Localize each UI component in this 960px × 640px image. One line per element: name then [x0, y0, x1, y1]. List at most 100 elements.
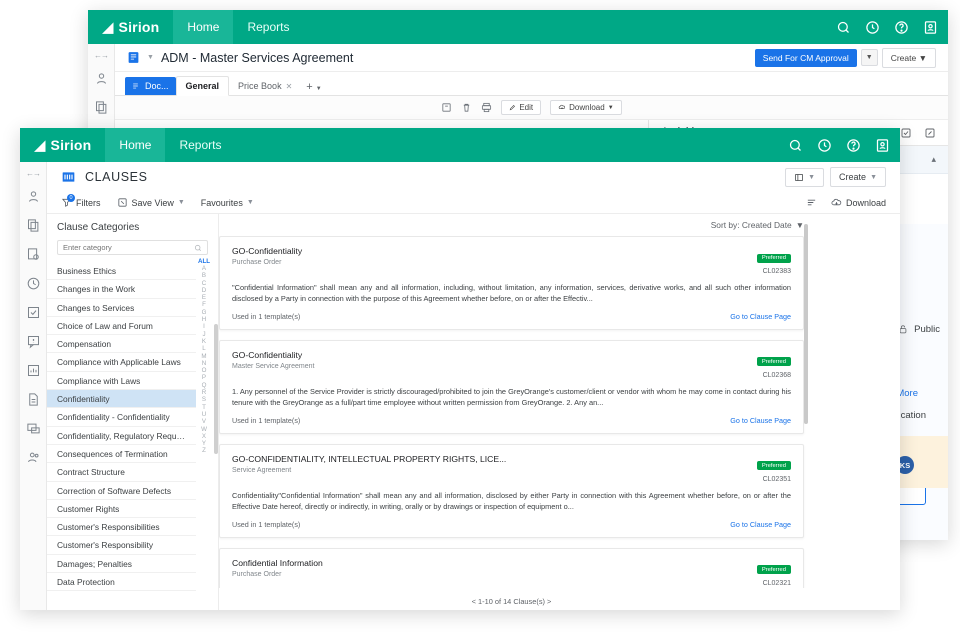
- category-item[interactable]: Correction of Software Defects: [47, 482, 196, 500]
- alpha-letter[interactable]: W: [201, 426, 207, 433]
- alpha-letter[interactable]: H: [202, 316, 206, 323]
- expand-collapse-arrows-icon[interactable]: ←→: [94, 48, 109, 64]
- clause-card-list[interactable]: GO-Confidentiality Purchase Order Preferre…: [219, 236, 900, 588]
- category-item[interactable]: Confidentiality: [47, 390, 196, 409]
- category-search-box[interactable]: [57, 240, 208, 255]
- alpha-letter[interactable]: B: [202, 273, 206, 279]
- category-item[interactable]: Consequences of Termination: [47, 445, 196, 464]
- nav-tab-reports[interactable]: Reports: [233, 10, 303, 44]
- alert-icon[interactable]: [26, 334, 41, 349]
- tab-general[interactable]: General: [175, 76, 230, 96]
- alpha-letter[interactable]: C: [202, 280, 206, 287]
- chevron-down-icon[interactable]: ▼: [796, 220, 804, 230]
- person-icon[interactable]: [94, 71, 109, 86]
- alpha-letter[interactable]: K: [202, 338, 206, 345]
- search-icon[interactable]: [194, 244, 202, 252]
- documents-icon[interactable]: [26, 218, 41, 233]
- alpha-letter[interactable]: D: [202, 287, 206, 294]
- documents-icon[interactable]: [94, 100, 109, 115]
- nav-tab-home[interactable]: Home: [105, 128, 166, 162]
- search-icon[interactable]: [836, 20, 851, 35]
- filters-button[interactable]: 0 Filters: [61, 194, 101, 208]
- help-icon[interactable]: [846, 138, 861, 153]
- user-icon[interactable]: [923, 20, 938, 35]
- alpha-all[interactable]: ALL: [198, 258, 210, 265]
- category-item[interactable]: Data Protection: [47, 573, 196, 592]
- clause-card[interactable]: GO-CONFIDENTIALITY, INTELLECTUAL PROPERT…: [219, 443, 804, 538]
- clause-card[interactable]: GO-Confidentiality Master Service Agreeme…: [219, 339, 804, 434]
- person-icon[interactable]: [26, 189, 41, 204]
- task-icon[interactable]: [900, 127, 912, 139]
- category-item[interactable]: Compliance with Applicable Laws: [47, 353, 196, 372]
- search-icon[interactable]: [788, 138, 803, 153]
- category-item[interactable]: Customer Rights: [47, 500, 196, 519]
- print-icon[interactable]: [481, 102, 492, 113]
- file-icon[interactable]: [26, 392, 41, 407]
- alpha-letter[interactable]: Z: [202, 448, 206, 454]
- help-icon[interactable]: [894, 20, 909, 35]
- download-button[interactable]: Download ▼: [550, 100, 622, 115]
- alpha-letter[interactable]: E: [202, 294, 206, 301]
- category-list[interactable]: Business Ethics Changes in the Work Change…: [47, 262, 196, 610]
- doc-tab-button[interactable]: Doc...: [125, 77, 176, 95]
- create-button[interactable]: Create ▼: [830, 167, 886, 187]
- alpha-letter[interactable]: U: [202, 411, 206, 418]
- category-item[interactable]: Confidentiality, Regulatory Requireme...: [47, 427, 196, 445]
- category-item[interactable]: Confidentiality - Confidentiality: [47, 408, 196, 427]
- category-item[interactable]: Changes in the Work: [47, 280, 196, 299]
- checkbox-icon[interactable]: [26, 305, 41, 320]
- layout-toggle-button[interactable]: ▼: [785, 167, 825, 187]
- report-icon[interactable]: [26, 363, 41, 378]
- chat-icon[interactable]: [26, 421, 41, 436]
- clause-card[interactable]: GO-Confidentiality Purchase Order Preferre…: [219, 236, 804, 330]
- tab-price-book[interactable]: Price Book ✕: [229, 77, 301, 95]
- category-search-input[interactable]: [63, 243, 194, 252]
- alpha-letter[interactable]: O: [202, 367, 207, 374]
- clause-list-scrollbar[interactable]: [804, 224, 808, 424]
- create-button[interactable]: Create ▼: [881, 47, 936, 68]
- alpha-letter[interactable]: M: [201, 353, 206, 360]
- alpha-letter[interactable]: R: [202, 389, 206, 396]
- category-item[interactable]: Compensation: [47, 335, 196, 354]
- sort-lines-icon[interactable]: [806, 197, 817, 208]
- group-icon[interactable]: [26, 450, 41, 465]
- alpha-letter[interactable]: I: [203, 324, 205, 330]
- go-to-clause-page-link[interactable]: Go to Clause Page: [730, 520, 791, 529]
- edit-button[interactable]: Edit: [501, 100, 542, 115]
- alpha-letter[interactable]: T: [202, 404, 206, 411]
- alpha-letter[interactable]: P: [202, 375, 206, 381]
- category-item[interactable]: Business Ethics: [47, 262, 196, 281]
- alpha-letter[interactable]: X: [202, 433, 206, 440]
- category-scrollbar[interactable]: [214, 324, 218, 454]
- category-item[interactable]: Contract Structure: [47, 463, 196, 482]
- alpha-letter[interactable]: L: [202, 346, 205, 352]
- alpha-letter[interactable]: S: [202, 397, 206, 403]
- download-button[interactable]: Download: [831, 197, 886, 208]
- pagination[interactable]: < 1-10 of 14 Clause(s) >: [219, 597, 804, 606]
- go-to-clause-page-link[interactable]: Go to Clause Page: [730, 416, 791, 425]
- document-search-icon[interactable]: [26, 247, 41, 262]
- clock-icon[interactable]: [26, 276, 41, 291]
- category-item[interactable]: Damages; Penalties: [47, 555, 196, 574]
- history-icon[interactable]: [865, 20, 880, 35]
- alpha-letter[interactable]: N: [202, 360, 206, 367]
- alpha-letter[interactable]: Q: [202, 382, 207, 389]
- chevron-up-icon[interactable]: ▴: [931, 154, 936, 165]
- go-to-clause-page-link[interactable]: Go to Clause Page: [730, 312, 791, 321]
- sort-by-label[interactable]: Sort by: Created Date: [711, 220, 792, 230]
- alphabet-index[interactable]: ALL A B C D E F G H I J K L M N O P Q R S T U V W X Y Z: [196, 258, 212, 606]
- clause-card[interactable]: Confidential Information Purchase Order Pr…: [219, 547, 804, 588]
- approval-dropdown-button[interactable]: ▼: [860, 49, 878, 66]
- delete-icon[interactable]: [461, 102, 472, 113]
- close-icon[interactable]: ✕: [286, 82, 293, 91]
- category-item[interactable]: Customer's Responsibility: [47, 536, 196, 555]
- expand-icon[interactable]: [924, 127, 936, 139]
- alpha-letter[interactable]: G: [202, 309, 207, 316]
- category-item[interactable]: Changes to Services: [47, 299, 196, 317]
- send-for-cm-approval-button[interactable]: Send For CM Approval: [754, 48, 857, 67]
- category-item[interactable]: Compliance with Laws: [47, 372, 196, 391]
- nav-tab-reports[interactable]: Reports: [165, 128, 235, 162]
- alpha-letter[interactable]: J: [202, 331, 205, 338]
- alpha-letter[interactable]: A: [202, 265, 206, 272]
- save-view-button[interactable]: Save View ▼: [117, 197, 185, 208]
